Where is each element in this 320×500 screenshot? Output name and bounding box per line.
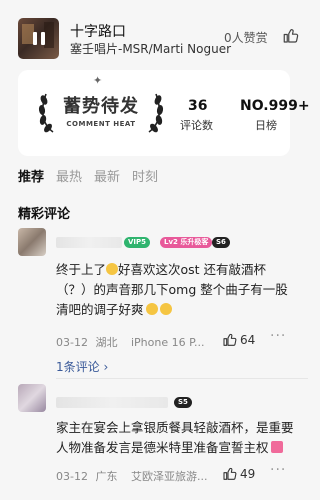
heat-badge: ✦ 蓄势待发 COMMENT HEAT	[38, 74, 164, 140]
comment-stats-card: ✦ 蓄势待发 COMMENT HEAT 36 评论数 NO.999+ 日榜	[18, 70, 310, 156]
badge-title: 蓄势待发	[63, 96, 139, 117]
tab-newest[interactable]: 最新	[94, 166, 120, 185]
sort-tabs: 推荐 最热 最新 时刻	[18, 166, 158, 185]
comment-meta: 03-12 湖北 iPhone 16 P...	[56, 334, 205, 350]
comment-item: S5 家主在宴会上拿银质餐具轻敲酒杯，是重要人物准备发言是德米特里准备宣誓主权 …	[0, 384, 308, 500]
avatar[interactable]	[18, 384, 46, 412]
comment-text: 家主在宴会上拿银质餐具轻敲酒杯，是重要人物准备发言是德米特里准备宣誓主权	[56, 418, 294, 458]
album-cover[interactable]	[18, 18, 59, 59]
cat-emoji-icon	[145, 303, 158, 315]
comment-text: 终于上了 好喜欢这次ost 还有敲酒杯（？）的声音那几下omg 整个曲子有一股清吧…	[56, 260, 294, 320]
appreciation-count[interactable]: 0人赞赏	[224, 29, 268, 46]
comment-location: 湖北	[95, 336, 118, 349]
avatar[interactable]	[18, 228, 46, 256]
thumbs-up-icon[interactable]	[282, 27, 300, 45]
pause-icon[interactable]	[18, 18, 59, 59]
tab-hottest[interactable]: 最热	[56, 166, 82, 185]
comment-device: 艾欧泽亚旅游...	[130, 470, 208, 483]
comment-date: 03-12	[56, 470, 88, 483]
comment-text-start: 终于上了	[56, 262, 107, 277]
like-count: 49	[240, 467, 256, 481]
replies-count: 1条评论	[56, 360, 100, 374]
like-icon[interactable]	[222, 332, 238, 348]
cry-emoji-icon	[159, 303, 172, 315]
comment-item: VIP5 Lv2 乐升极客 S6 终于上了 好喜欢这次ost 还有敲酒杯（？）的声…	[0, 228, 308, 374]
like-icon[interactable]	[222, 466, 238, 482]
badge-subtitle: COMMENT HEAT	[66, 120, 136, 128]
like-count: 64	[240, 333, 256, 347]
daily-rank-label[interactable]: 日榜	[255, 117, 277, 133]
tab-recommended[interactable]: 推荐	[18, 166, 44, 185]
comment-device: iPhone 16 P...	[130, 336, 205, 349]
more-options-icon[interactable]: ···	[270, 462, 286, 478]
comment-meta: 03-12 广东 艾欧泽亚旅游...	[56, 468, 207, 484]
username[interactable]	[56, 237, 122, 248]
laurel-left-icon	[38, 93, 54, 133]
comment-count-label: 评论数	[180, 119, 213, 132]
section-title: 精彩评论	[18, 207, 71, 222]
level-badge: Lv2 乐升极客	[160, 237, 213, 248]
comment-text-body: 家主在宴会上拿银质餐具轻敲酒杯，是重要人物准备发言是德米特里准备宣誓主权	[56, 420, 294, 455]
divider	[56, 378, 308, 379]
s-badge: S6	[212, 237, 230, 248]
smile-emoji-icon	[106, 263, 119, 275]
heart-emoji-icon	[270, 441, 283, 453]
s-badge: S5	[174, 397, 192, 408]
tab-moments[interactable]: 时刻	[132, 166, 158, 185]
more-options-icon[interactable]: ···	[270, 328, 286, 344]
username[interactable]	[56, 397, 168, 408]
vip-badge: VIP5	[124, 237, 151, 248]
song-artist[interactable]: 塞壬唱片-MSR/Marti Noguer	[70, 40, 231, 57]
comment-date: 03-12	[56, 336, 88, 349]
comment-count: 36	[188, 98, 208, 114]
song-title: 十字路口	[70, 24, 126, 40]
chevron-right-icon: ›	[103, 360, 109, 374]
view-replies-link[interactable]: 1条评论 ›	[56, 358, 108, 375]
sparkle-icon: ✦	[93, 74, 103, 87]
daily-rank: NO.999+	[240, 98, 310, 114]
comment-location: 广东	[95, 470, 118, 483]
laurel-right-icon	[148, 93, 164, 133]
